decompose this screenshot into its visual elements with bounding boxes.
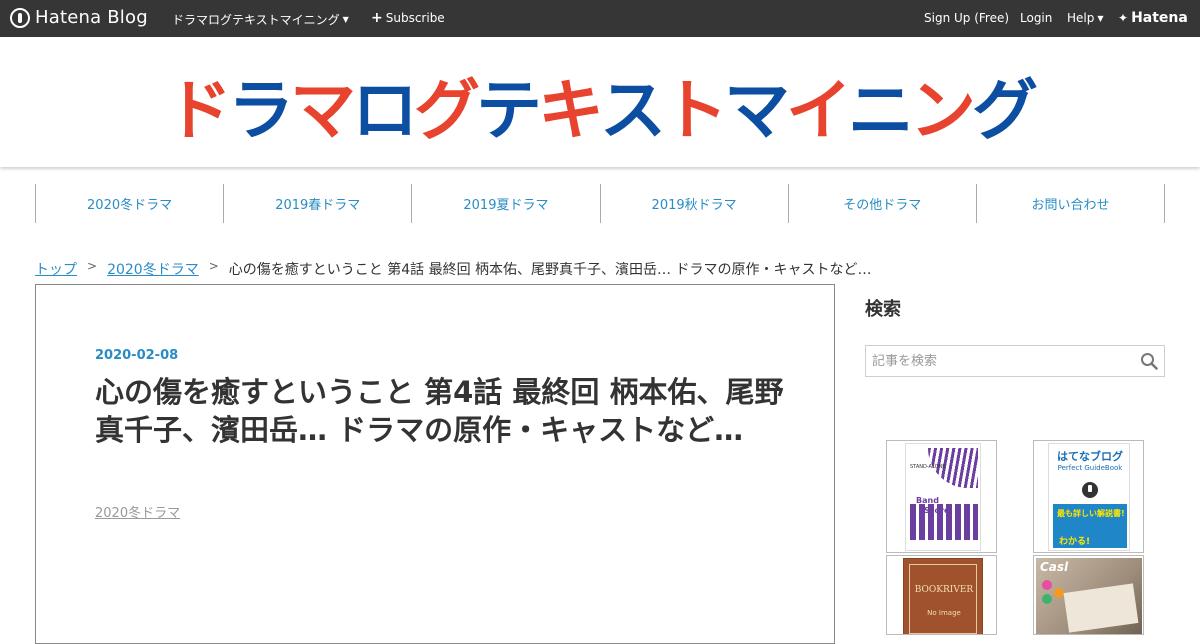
hatena-blog-logo[interactable]: Hatena Blog bbox=[10, 7, 148, 28]
cover-label: Score bbox=[924, 506, 950, 515]
caret-down-icon: ▼ bbox=[1097, 13, 1104, 23]
cover-label: STAND-ALONE bbox=[910, 464, 946, 470]
blog-title-logo[interactable]: ドラマログテキストマイニング bbox=[60, 65, 1140, 149]
blog-title-char: テ bbox=[476, 72, 542, 149]
blog-title-char: グ bbox=[972, 72, 1038, 149]
search-icon[interactable] bbox=[1140, 352, 1158, 370]
hatena-topbar: Hatena Blog ドラマログテキストマイニング ▼ + Subscribe… bbox=[0, 0, 1200, 37]
breadcrumb-separator: > bbox=[87, 259, 98, 273]
blog-menu-label: ドラマログテキストマイニング bbox=[172, 13, 340, 27]
decor-dot bbox=[1054, 588, 1064, 598]
blog-title-char: マ bbox=[724, 72, 790, 149]
signup-link[interactable]: Sign Up (Free) bbox=[924, 11, 1009, 25]
hatena-link[interactable]: ✦ Hatena bbox=[1118, 10, 1188, 26]
book-cover-image: Casl bbox=[1036, 558, 1142, 634]
ad-book-bookriver[interactable]: BOOKRIVER No Image bbox=[886, 555, 997, 635]
blog-title-char: ラ bbox=[228, 72, 294, 149]
nav-item-other[interactable]: その他ドラマ bbox=[787, 184, 976, 223]
cover-title: BOOKRIVER bbox=[914, 585, 974, 595]
nav-item-2019-spring[interactable]: 2019春ドラマ bbox=[223, 184, 411, 223]
nav-item-label: 2020冬ドラマ bbox=[87, 198, 173, 213]
cover-label: Band bbox=[916, 496, 939, 505]
nav-item-label: お問い合わせ bbox=[1031, 198, 1110, 213]
subscribe-button[interactable]: + Subscribe bbox=[371, 11, 445, 25]
post-date[interactable]: 2020-02-08 bbox=[95, 348, 178, 363]
cover-tag: 最も詳しい解説書! bbox=[1057, 509, 1125, 518]
cover-title: はてなブログ bbox=[1057, 450, 1123, 463]
cover-title: Casl bbox=[1040, 560, 1069, 574]
caret-down-icon: ▼ bbox=[342, 15, 349, 24]
search-form bbox=[865, 345, 1165, 377]
breadcrumb-separator: > bbox=[208, 259, 219, 273]
blog-menu-dropdown[interactable]: ドラマログテキストマイニング ▼ bbox=[172, 11, 349, 28]
breadcrumb-top-link[interactable]: トップ bbox=[35, 259, 77, 279]
post-category-link[interactable]: 2020冬ドラマ bbox=[95, 502, 180, 521]
hatena-blog-icon bbox=[10, 7, 30, 28]
nav-item-label: 2019春ドラマ bbox=[275, 198, 361, 213]
hatena-blog-icon bbox=[1082, 482, 1098, 498]
cover-subtitle: No Image bbox=[927, 609, 961, 617]
breadcrumb-category-link[interactable]: 2020冬ドラマ bbox=[107, 259, 199, 279]
breadcrumb: トップ > 2020冬ドラマ > 心の傷を癒すということ 第4話 最終回 柄本佑… bbox=[35, 259, 871, 279]
nav-item-2019-summer[interactable]: 2019夏ドラマ bbox=[411, 184, 599, 223]
blog-title-char: マ bbox=[290, 72, 356, 149]
plus-icon: + bbox=[371, 10, 383, 26]
global-nav: 2020冬ドラマ 2019春ドラマ 2019夏ドラマ 2019秋ドラマ その他ド… bbox=[35, 184, 1166, 223]
blog-title-char: ニ bbox=[848, 72, 914, 149]
cover-subtitle: Perfect GuideBook bbox=[1057, 464, 1123, 472]
blog-title-char: ン bbox=[910, 72, 976, 149]
nav-item-label: 2019夏ドラマ bbox=[463, 198, 549, 213]
login-label: Login bbox=[1020, 11, 1053, 25]
blog-header: ドラマログテキストマイニング bbox=[0, 37, 1200, 167]
book-cover-image: STAND-ALONE Band Score bbox=[905, 443, 981, 551]
nav-item-label: その他ドラマ bbox=[843, 198, 922, 213]
decor-dot bbox=[1042, 580, 1052, 590]
nav-item-label: 2019秋ドラマ bbox=[651, 198, 737, 213]
blog-title-char: グ bbox=[414, 72, 480, 149]
book-cover-image: はてなブログ Perfect GuideBook 最も詳しい解説書! わかる! bbox=[1048, 443, 1130, 551]
decor-dot bbox=[1042, 594, 1052, 604]
ad-book-casl[interactable]: Casl bbox=[1033, 555, 1144, 635]
hatena-label: Hatena bbox=[1131, 10, 1188, 26]
blog-title-char: ト bbox=[662, 72, 728, 149]
blog-title-char: ド bbox=[166, 72, 232, 149]
book-cover-image: BOOKRIVER No Image bbox=[903, 558, 983, 634]
ad-book-band-score[interactable]: STAND-ALONE Band Score bbox=[886, 440, 997, 553]
hatena-bird-icon: ✦ bbox=[1118, 11, 1129, 25]
subscribe-label: Subscribe bbox=[385, 11, 445, 25]
login-link[interactable]: Login bbox=[1020, 11, 1052, 25]
blog-title-char: キ bbox=[538, 72, 604, 149]
cover-tag: わかる! bbox=[1059, 537, 1091, 547]
cover-frame bbox=[909, 564, 977, 634]
nav-item-2019-autumn[interactable]: 2019秋ドラマ bbox=[599, 184, 788, 223]
blog-title-char: ス bbox=[600, 72, 666, 149]
ad-book-hatena-guide[interactable]: はてなブログ Perfect GuideBook 最も詳しい解説書! わかる! bbox=[1033, 440, 1144, 553]
post-title[interactable]: 心の傷を癒すということ 第4話 最終回 柄本佑、尾野真千子、濱田岳… ドラマの原… bbox=[95, 373, 785, 449]
search-heading: 検索 bbox=[865, 299, 901, 320]
signup-label: Sign Up (Free) bbox=[924, 11, 1010, 25]
blog-title-char: ロ bbox=[352, 72, 418, 149]
help-dropdown[interactable]: Help ▼ bbox=[1067, 11, 1104, 25]
search-input[interactable] bbox=[866, 346, 1126, 376]
nav-item-2020-winter[interactable]: 2020冬ドラマ bbox=[35, 184, 223, 223]
breadcrumb-current: 心の傷を癒すということ 第4話 最終回 柄本佑、尾野真千子、濱田岳… ドラマの原… bbox=[228, 262, 872, 278]
blog-title-char: イ bbox=[786, 72, 852, 149]
article-box: 2020-02-08 心の傷を癒すということ 第4話 最終回 柄本佑、尾野真千子… bbox=[35, 284, 835, 644]
help-label: Help bbox=[1067, 11, 1095, 25]
logo-text: Hatena Blog bbox=[35, 7, 148, 28]
nav-item-contact[interactable]: お問い合わせ bbox=[975, 184, 1166, 223]
cover-paper-graphic bbox=[1063, 583, 1139, 633]
